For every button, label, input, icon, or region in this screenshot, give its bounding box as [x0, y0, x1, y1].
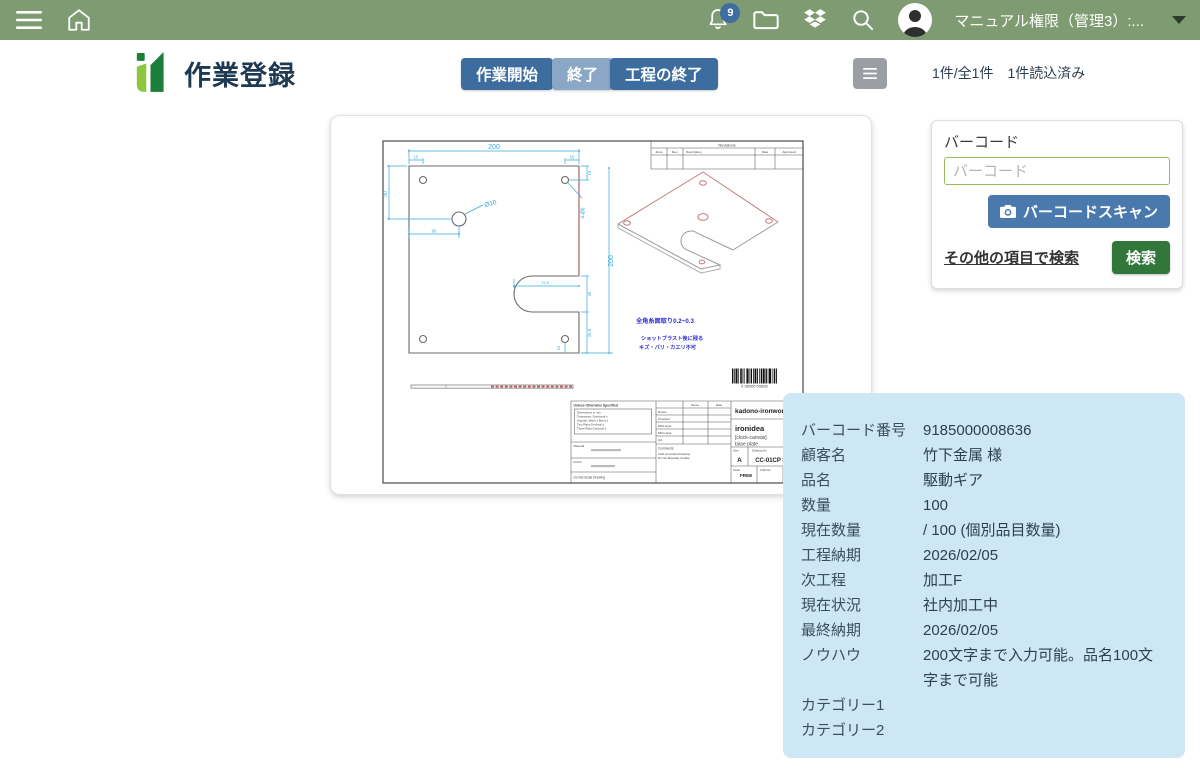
svg-text:Name: Name [691, 403, 699, 407]
search-icon[interactable] [850, 7, 876, 33]
drawing-scale: FREE [740, 473, 752, 478]
barcode-label: バーコード [944, 131, 1170, 152]
search-button[interactable]: 検索 [1112, 241, 1170, 274]
dim-notch-w: 72.5 [541, 280, 550, 285]
svg-text:Finish: Finish [574, 460, 582, 464]
barcode-input[interactable] [944, 157, 1170, 185]
info-row-item-name: 品名駆動ギア [801, 468, 1167, 493]
svg-text:Approved: Approved [782, 150, 796, 154]
svg-text:base plate: base plate [735, 442, 758, 448]
info-row-barcode: バーコード番号9185000008636 [801, 418, 1167, 443]
camera-icon [1000, 205, 1016, 218]
dim-60: 60 [432, 229, 437, 234]
info-row-customer: 顧客名竹下金属 様 [801, 443, 1167, 468]
info-row-final-due: 最終納期2026/02/05 [801, 618, 1167, 643]
notification-count-badge: 9 [720, 3, 740, 23]
sheet-size: A [737, 457, 742, 464]
info-row-quantity: 数量100 [801, 493, 1167, 518]
logo-mark-icon [128, 52, 174, 94]
dim-notch-b: 26.5 [587, 328, 592, 337]
dim-top: 200 [488, 144, 500, 151]
svg-text:Rev.: Rev. [672, 150, 678, 154]
info-row-knowhow: ノウハウ200文字まで入力可能。品名100文字まで可能 [801, 643, 1167, 693]
note-blast-2: キズ・バリ・カエリ不可 [639, 343, 697, 351]
svg-text:Do Not Manually Update: Do Not Manually Update [658, 456, 690, 460]
dim-15-right: 15 [587, 170, 592, 175]
dim-15-tl: 15 [414, 155, 419, 160]
dim-left-90: 90 [383, 191, 389, 197]
home-icon[interactable] [66, 8, 92, 32]
svg-text:Material: Material [574, 444, 585, 448]
barcode-number: 9 185000 008636 [741, 385, 768, 389]
notifications-bell-icon[interactable]: 9 [706, 7, 730, 33]
svg-text:Description: Description [686, 150, 702, 154]
info-row-next-process: 次工程加工F [801, 568, 1167, 593]
svg-text:Date: Date [762, 150, 769, 154]
svg-text:Size: Size [733, 449, 739, 453]
info-row-category1: カテゴリー1 [801, 693, 1167, 718]
svg-text:Scale: Scale [733, 468, 740, 472]
dim-notch-h: 45 [587, 291, 592, 296]
info-row-status: 現在状況社内加工中 [801, 593, 1167, 618]
info-row-category2: カテゴリー2 [801, 718, 1167, 743]
page-title: 作業登録 [184, 54, 296, 93]
app-logo: 作業登録 [128, 52, 296, 94]
svg-text:Checked: Checked [658, 417, 670, 421]
start-work-button[interactable]: 作業開始 [461, 58, 553, 90]
brand-name: ironidea [735, 424, 765, 433]
svg-text:MFG Appr.: MFG Appr. [658, 431, 673, 435]
barcode-scan-label: バーコードスキャン [1023, 201, 1158, 222]
svg-text:CAD No.: CAD No. [760, 468, 771, 472]
info-row-process-due: 工程納期2026/02/05 [801, 543, 1167, 568]
end-button[interactable]: 終了 [552, 58, 613, 90]
svg-text:Date: Date [716, 403, 723, 407]
dim-15-tr: 15 [570, 155, 575, 160]
svg-text:Drawn: Drawn [658, 410, 667, 414]
top-navbar: 9 マニュアル権限（管理3）:... [0, 0, 1200, 40]
svg-text:QA: QA [658, 438, 662, 442]
svg-text:Zone: Zone [655, 150, 662, 154]
menu-icon[interactable] [16, 10, 42, 30]
list-menu-button[interactable] [853, 58, 887, 89]
folder-icon[interactable] [752, 8, 780, 32]
dim-right-200: 200 [608, 255, 615, 267]
svg-text:ENG Appr.: ENG Appr. [658, 424, 672, 428]
svg-text:[clock-canvas]: [clock-canvas] [735, 435, 767, 441]
page: 9 マニュアル権限（管理3）:... [0, 0, 1200, 772]
record-count-text: 1件/全1件 1件読込済み [932, 63, 1085, 83]
svg-text:Do Not Scale Drawing: Do Not Scale Drawing [574, 476, 606, 480]
info-row-current-qty: 現在数量/ 100 (個別品目数量) [801, 518, 1167, 543]
item-info-panel: バーコード番号9185000008636 顧客名竹下金属 様 品名駆動ギア 数量… [783, 393, 1185, 758]
dim-holes: 4-Ø6 [581, 207, 587, 218]
revisions-title: Revisions [718, 143, 735, 148]
avatar[interactable] [898, 3, 932, 37]
svg-text:Comments:: Comments: [658, 447, 674, 451]
dim-15-br: 15 [556, 345, 561, 350]
caret-down-icon[interactable] [1172, 16, 1186, 24]
note-chamfer: 全角糸面取り0.2~0.3 [635, 317, 694, 325]
barcode-panel: バーコード バーコードスキャン その他の項目で検索 検索 [931, 120, 1183, 289]
note-blast-1: ショットブラスト後に残る [641, 334, 703, 342]
barcode-scan-button[interactable]: バーコードスキャン [988, 195, 1170, 228]
svg-text:Drawing No.: Drawing No. [752, 449, 768, 453]
dropbox-icon[interactable] [802, 8, 828, 32]
svg-text:Unless Otherwise Specified: Unless Otherwise Specified [574, 404, 618, 408]
user-role-label[interactable]: マニュアル権限（管理3）:... [954, 10, 1144, 31]
svg-text:Three Place Decimal ±: Three Place Decimal ± [577, 427, 607, 431]
process-end-button[interactable]: 工程の終了 [610, 58, 718, 90]
other-search-link[interactable]: その他の項目で検索 [944, 247, 1079, 268]
